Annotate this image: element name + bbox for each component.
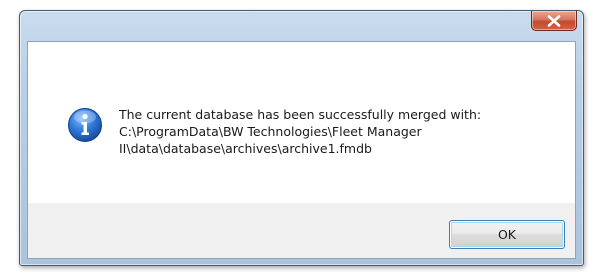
message-dialog: The current database has been successful… <box>19 10 584 266</box>
message-panel: The current database has been successful… <box>28 42 575 203</box>
title-bar[interactable] <box>20 11 583 37</box>
close-icon <box>547 14 561 27</box>
message-text: The current database has been successful… <box>119 107 482 156</box>
ok-button[interactable]: OK <box>449 220 565 249</box>
screen: The current database has been successful… <box>0 0 595 274</box>
information-icon <box>68 108 102 142</box>
close-button[interactable] <box>531 11 577 31</box>
dialog-client-area: The current database has been successful… <box>27 41 576 259</box>
